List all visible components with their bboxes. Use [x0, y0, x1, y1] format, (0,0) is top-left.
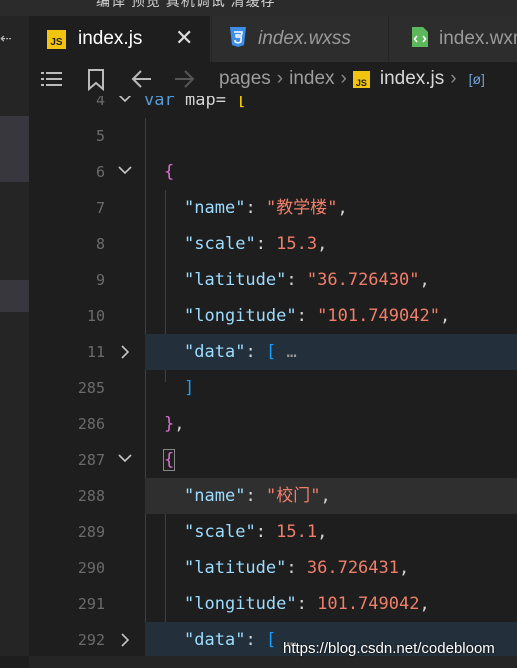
line-number: 5 — [95, 127, 105, 145]
code-line: 8 "scale": 15.3, — [29, 226, 517, 262]
bookmark-icon[interactable] — [87, 69, 105, 96]
breadcrumb-item-index[interactable]: index — [289, 68, 334, 89]
code-text: "longitude": "101.749042", — [184, 306, 451, 326]
tab-label: index.wxml — [439, 28, 517, 49]
code-line: 5 — [29, 118, 517, 154]
code-text: }, — [164, 414, 185, 434]
line-number: 292 — [77, 631, 105, 649]
tab-index-js[interactable]: JS index.js ✕ — [29, 16, 210, 62]
collapse-arrow-icon[interactable]: ⇠ — [0, 30, 12, 47]
code-line: 7 "name": "教学楼", — [29, 190, 517, 226]
code-text: { — [162, 449, 176, 471]
code-text: { — [164, 162, 175, 182]
code-line: 289 "scale": 15.1, — [29, 514, 517, 550]
wxml-icon — [411, 26, 429, 53]
js-icon: JS — [47, 29, 66, 49]
bottom-panel-bar — [29, 656, 517, 668]
code-text: "latitude": 36.726431, — [184, 558, 410, 578]
breadcrumb-toolbar: pages › index › JS index.js › [ø] — [29, 62, 517, 96]
line-number: 289 — [77, 523, 105, 541]
line-number: 10 — [86, 307, 105, 325]
tab-index-wxml[interactable]: index.wxml — [388, 16, 517, 62]
chevron-right-icon[interactable] — [115, 622, 135, 656]
code-text: "name": "教学楼", — [184, 198, 348, 218]
breadcrumb: pages › index › JS index.js › [ø] — [219, 68, 485, 90]
line-number: 291 — [77, 595, 105, 613]
side-panel: ⇠ — [0, 16, 29, 656]
code-line: 285 ] — [29, 370, 517, 406]
line-number: 288 — [77, 487, 105, 505]
code-text: "data": [ … — [184, 630, 297, 650]
top-menu-bar: 编译 预览 真机调试 清缓存 — [0, 0, 517, 16]
code-line: 286 }, — [29, 406, 517, 442]
line-number: 286 — [77, 415, 105, 433]
list-icon[interactable] — [41, 69, 63, 94]
chevron-right-icon: › — [340, 68, 347, 89]
line-number: 7 — [95, 199, 105, 217]
code-text: "longitude": 101.749042, — [184, 594, 430, 614]
line-number: 287 — [77, 451, 105, 469]
line-number: 8 — [95, 235, 105, 253]
editor-tab-bar: JS index.js ✕ index.wxss index.wxml — [29, 16, 517, 62]
chevron-right-icon: › — [276, 68, 284, 89]
side-panel-item[interactable] — [0, 280, 29, 312]
code-line: 9 "latitude": "36.726430", — [29, 262, 517, 298]
code-text: "data": [ … — [184, 342, 297, 362]
code-text: "scale": 15.1, — [184, 522, 328, 542]
breadcrumb-item-pages[interactable]: pages — [219, 68, 271, 89]
symbol-variable-icon[interactable]: [ø] — [469, 71, 485, 87]
code-line: 10 "longitude": "101.749042", — [29, 298, 517, 334]
js-icon: JS — [352, 71, 370, 88]
tab-label: index.wxss — [258, 28, 351, 49]
code-editor[interactable]: 4 var map= [ 5 6 { 7 "name": "教学楼", 8 "s… — [29, 96, 517, 656]
code-text: var map= [ — [144, 96, 247, 110]
code-line: 6 { — [29, 154, 517, 190]
chevron-right-icon: › — [450, 68, 457, 89]
line-number: 4 — [95, 96, 105, 109]
chevron-right-icon[interactable] — [115, 334, 135, 370]
folded-line[interactable]: 11 "data": [ … — [87, 334, 517, 370]
code-text: "name": "校门", — [184, 486, 331, 506]
chevron-down-icon[interactable] — [115, 154, 135, 190]
code-line: 290 "latitude": 36.726431, — [29, 550, 517, 586]
line-number: 285 — [77, 379, 105, 397]
tab-label: index.js — [78, 28, 143, 49]
code-text: "latitude": "36.726430", — [184, 270, 430, 290]
top-menu-clipped: 编译 预览 真机调试 清缓存 — [96, 0, 276, 9]
line-number: 290 — [77, 559, 105, 577]
line-number: 9 — [95, 271, 105, 289]
code-line: 287 { — [29, 442, 517, 478]
css-icon — [228, 26, 248, 53]
chevron-down-icon[interactable] — [115, 96, 135, 118]
breadcrumb-item-file[interactable]: index.js — [380, 68, 444, 89]
back-arrow-icon[interactable] — [131, 69, 153, 94]
tab-index-wxss[interactable]: index.wxss — [211, 16, 388, 62]
current-line[interactable]: 288 "name": "校门", — [78, 478, 517, 514]
line-number: 6 — [95, 163, 105, 181]
watermark: https://blog.csdn.net/codebloom — [283, 640, 495, 657]
close-icon[interactable]: ✕ — [175, 27, 193, 49]
side-panel-selected-item[interactable] — [0, 116, 29, 182]
code-line: 4 var map= [ — [29, 96, 517, 118]
forward-arrow-icon[interactable] — [173, 69, 195, 94]
chevron-down-icon[interactable] — [115, 442, 135, 478]
code-text: ] — [184, 378, 195, 398]
code-line: 291 "longitude": 101.749042, — [29, 586, 517, 622]
line-number: 11 — [86, 343, 105, 361]
code-text: "scale": 15.3, — [184, 234, 328, 254]
